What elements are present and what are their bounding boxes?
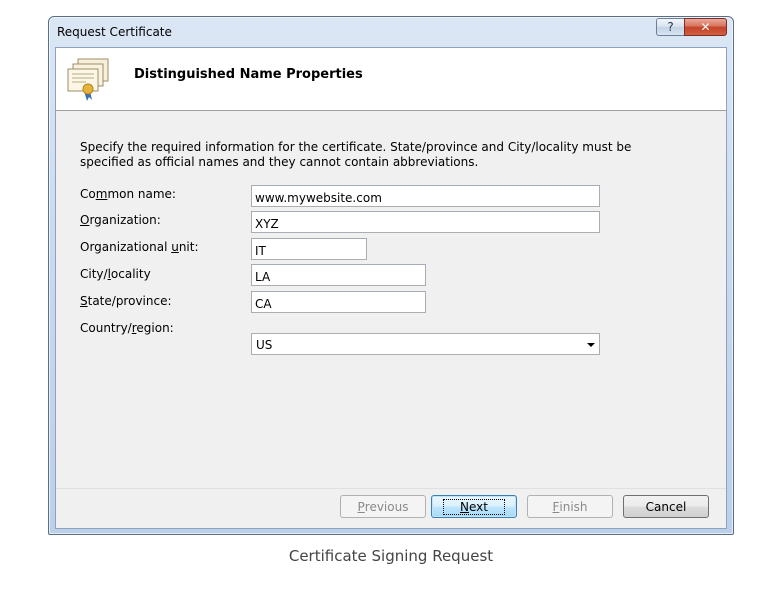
finish-button[interactable]: Finish — [527, 495, 613, 518]
request-certificate-dialog: Request Certificate ? ✕ Distinguished Na… — [48, 16, 734, 535]
title-bar-buttons: ? ✕ — [656, 18, 727, 36]
title-bar[interactable]: Request Certificate ? ✕ — [49, 17, 733, 47]
country-region-select[interactable]: US — [251, 333, 600, 355]
help-button[interactable]: ? — [656, 18, 684, 36]
organization-input[interactable] — [251, 211, 600, 233]
previous-button[interactable]: Previous — [340, 495, 426, 518]
organization-label: Organization: — [80, 213, 161, 227]
close-button[interactable]: ✕ — [684, 18, 727, 36]
city-locality-input[interactable] — [251, 264, 426, 286]
cancel-button[interactable]: Cancel — [623, 495, 709, 518]
certificate-icon — [67, 58, 109, 101]
country-region-value: US — [256, 338, 273, 352]
instructions-text: Specify the required information for the… — [80, 140, 632, 169]
window-title: Request Certificate — [57, 25, 172, 39]
common-name-input[interactable] — [251, 185, 600, 207]
wizard-header: Distinguished Name Properties — [56, 48, 726, 111]
organizational-unit-input[interactable] — [251, 238, 367, 260]
focus-indicator: Next — [443, 498, 505, 515]
state-province-input[interactable] — [251, 291, 426, 313]
city-locality-label: City/locality — [80, 267, 151, 281]
dialog-client-area: Distinguished Name Properties Specify th… — [55, 47, 727, 529]
country-region-label: Country/region: — [80, 321, 174, 335]
footer-divider — [56, 488, 726, 489]
common-name-label: Common name: — [80, 187, 176, 201]
help-icon: ? — [667, 20, 674, 34]
state-province-label: State/province: — [80, 294, 172, 308]
chevron-down-icon[interactable] — [587, 343, 595, 347]
organizational-unit-label: Organizational unit: — [80, 240, 199, 254]
page-title: Distinguished Name Properties — [134, 67, 363, 82]
close-icon: ✕ — [700, 20, 711, 34]
next-button[interactable]: Next — [431, 495, 517, 518]
image-caption: Certificate Signing Request — [288, 547, 494, 565]
